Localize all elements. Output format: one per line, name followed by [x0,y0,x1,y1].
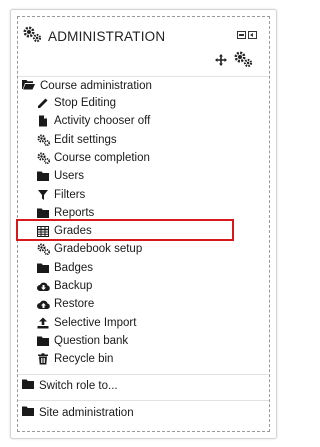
folder-icon [37,263,49,273]
actions-gear-icon[interactable] [233,50,253,73]
folder-icon [22,379,34,392]
course-admin-item-label: Backup [54,280,93,292]
site-administration-label: Site administration [39,406,134,419]
course-admin-item-selective-import[interactable]: Selective Import [37,317,136,329]
switch-role-label: Switch role to... [39,379,118,392]
course-admin-item-gradebook-setup[interactable]: Gradebook setup [37,243,143,256]
course-admin-item-filters[interactable]: Filters [37,189,85,201]
file-icon [37,115,49,127]
pencil-icon [37,97,49,109]
folder-icon [37,208,49,218]
trash-icon [37,353,49,365]
course-admin-item-label: Edit settings [54,133,117,146]
site-administration-node[interactable]: Site administration [22,406,134,419]
block-controls [237,31,257,39]
course-admin-item-label: Selective Import [54,316,137,329]
course-admin-item-label: Badges [54,261,94,274]
cog-icon [37,134,50,146]
course-admin-item-label: Reports [54,206,95,219]
upload-icon [37,317,49,329]
course-admin-item-edit-settings[interactable]: Edit settings [37,134,117,146]
course-admin-item-label: Recycle bin [54,353,114,366]
course-administration-label: Course administration [40,80,152,92]
move-icon[interactable] [215,53,227,71]
filter-icon [37,189,49,201]
course-admin-item-users[interactable]: Users [37,170,84,182]
gears-icon [22,25,42,48]
course-admin-item-label: Stop Editing [54,97,117,109]
course-admin-item-label: Users [54,170,85,183]
course-admin-item-backup[interactable]: Backup [36,280,93,292]
course-admin-item-restore[interactable]: Restore [36,298,95,311]
course-admin-item-course-completion[interactable]: Course completion [37,152,150,164]
cloud-upload-icon [36,299,50,310]
course-admin-item-label: Filters [54,188,86,201]
cloud-download-icon [36,281,50,292]
course-admin-item-label: Restore [54,298,95,311]
cog-icon [37,152,50,164]
course-admin-item-question-bank[interactable]: Question bank [37,335,128,347]
block-edit-controls [215,50,253,73]
course-admin-item-label: Course completion [54,151,150,164]
course-admin-item-activity-chooser-off[interactable]: Activity chooser off [37,115,150,127]
course-admin-item-reports[interactable]: Reports [37,207,94,219]
folder-icon [37,171,49,182]
separator [18,400,269,401]
course-admin-item-recycle-bin[interactable]: Recycle bin [37,353,113,365]
separator [18,374,269,375]
folder-icon [37,336,49,346]
cog-icon [37,243,50,256]
hide-block-icon[interactable] [237,31,246,39]
course-admin-item-label: Activity chooser off [54,115,151,128]
folder-icon [22,406,34,419]
course-admin-item-label: Question bank [54,334,129,347]
folder-open-icon [22,79,35,93]
switch-role-node[interactable]: Switch role to... [22,379,118,392]
grades-highlight-box [16,219,234,241]
separator [18,76,269,77]
course-administration-node[interactable]: Course administration [22,79,152,93]
course-admin-item-label: Gradebook setup [54,243,143,256]
block-title: ADMINISTRATION [48,29,166,44]
course-admin-item-stop-editing[interactable]: Stop Editing [37,97,116,109]
block-header: ADMINISTRATION [22,25,165,48]
course-admin-item-badges[interactable]: Badges [37,262,93,274]
dock-block-icon[interactable] [248,31,257,39]
